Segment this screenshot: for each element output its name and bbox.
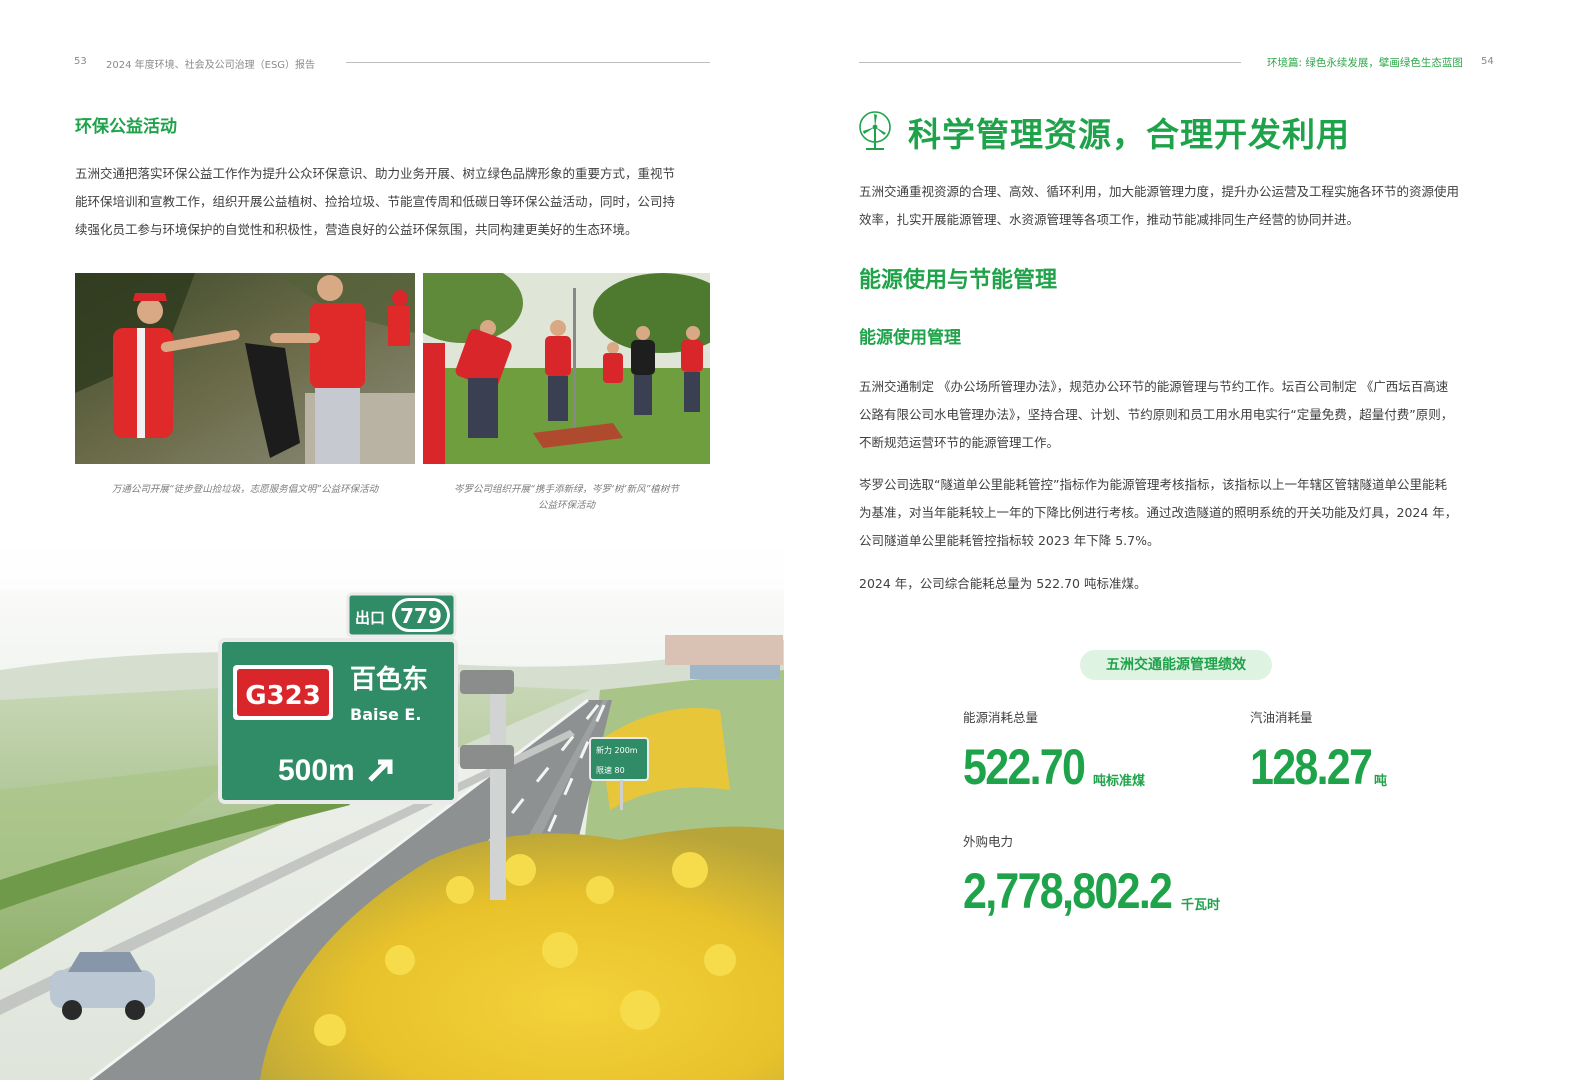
report-title: 2024 年度环境、社会及公司治理（ESG）报告 bbox=[106, 60, 316, 71]
section-title: 环保公益活动 bbox=[75, 117, 177, 137]
energy-total-value: 522.70 bbox=[963, 739, 1086, 795]
header-divider bbox=[346, 62, 710, 63]
energy-paragraph-3: 2024 年，公司综合能耗总量为 522.70 吨标准煤。 bbox=[859, 576, 1147, 591]
gasoline-value: 128.27 bbox=[1250, 739, 1373, 795]
paragraph-line: 续强化员工参与环境保护的自觉性和积极性，营造良好的公益环保氛围，共同构建更美好的… bbox=[75, 222, 638, 237]
paragraph-line: 五洲交通制定 《办公场所管理办法》，规范办公环节的能源管理与节约工作。坛百公司制… bbox=[859, 379, 1449, 394]
right-page: 环境篇: 绿色永续发展，擘画绿色生态蓝图 54 科学管理资源，合理开发利用 五洲… bbox=[796, 0, 1592, 1080]
small-sign-line-2: 限速 80 bbox=[596, 766, 625, 775]
section-paragraph: 五洲交通把落实环保公益工作作为提升公众环保意识、助力业务开展、树立绿色品牌形象的… bbox=[75, 160, 715, 244]
electricity-unit: 千瓦时 bbox=[1181, 898, 1221, 913]
energy-paragraph-1: 五洲交通制定 《办公场所管理办法》，规范办公环节的能源管理与节约工作。坛百公司制… bbox=[859, 373, 1499, 457]
header-divider bbox=[859, 62, 1241, 63]
photo-litter-pickup bbox=[75, 273, 415, 464]
paragraph-line: 能环保培训和宣教工作，组织开展公益植树、捡拾垃圾、节能宣传周和低碳日等环保公益活… bbox=[75, 194, 676, 209]
photo-caption-2: 岑罗公司组织开展“携手添新绿，岑罗‘树’新风”植树节 公益环保活动 bbox=[423, 482, 710, 514]
photo-caption-1: 万通公司开展“徒步登山捡垃圾，志愿服务倡文明”公益环保活动 bbox=[111, 484, 379, 495]
paragraph-line: 五洲交通重视资源的合理、高效、循环利用，加大能源管理力度，提升办公运营及工程实施… bbox=[859, 184, 1460, 199]
paragraph-line: 不断规范运营环节的能源管理工作。 bbox=[859, 435, 1060, 450]
photo-tree-planting bbox=[423, 273, 710, 464]
distance: 500m bbox=[278, 754, 355, 787]
caption-line: 公益环保活动 bbox=[537, 500, 595, 511]
energy-total-label: 能源消耗总量 bbox=[963, 710, 1039, 725]
destination-cn: 百色东 bbox=[350, 664, 428, 695]
paragraph-line: 公路有限公司水电管理办法》，坚持合理、计划、节约原则和员工用水用电实行“定量免费… bbox=[859, 407, 1454, 422]
paragraph-line: 公司隧道单公里能耗管控指标较 2023 年下降 5.7%。 bbox=[859, 533, 1160, 548]
energy-total-unit: 吨标准煤 bbox=[1093, 774, 1146, 789]
highway-photo: 出口 779 G323 百色东 Baise E. 500m 新力 200m 限速… bbox=[0, 530, 784, 1080]
intro-paragraph: 五洲交通重视资源的合理、高效、循环利用，加大能源管理力度，提升办公运营及工程实施… bbox=[859, 178, 1499, 234]
paragraph-line: 岑罗公司选取“隧道单公里能耗管控”指标作为能源管理考核指标，该指标以上一年辖区管… bbox=[859, 477, 1447, 492]
chapter-title: 环境篇: 绿色永续发展，擘画绿色生态蓝图 bbox=[1267, 57, 1463, 69]
left-page: 53 2024 年度环境、社会及公司治理（ESG）报告 环保公益活动 五洲交通把… bbox=[0, 0, 796, 1080]
energy-paragraph-2: 岑罗公司选取“隧道单公里能耗管控”指标作为能源管理考核指标，该指标以上一年辖区管… bbox=[859, 471, 1499, 555]
paragraph-line: 效率，扎实开展能源管理、水资源管理等各项工作，推动节能减排同生产经营的协同并进。 bbox=[859, 212, 1360, 227]
caption-line: 岑罗公司组织开展“携手添新绿，岑罗‘树’新风”植树节 bbox=[454, 484, 679, 495]
exit-number: 779 bbox=[400, 604, 442, 628]
performance-title-badge: 五洲交通能源管理绩效 bbox=[1080, 650, 1272, 680]
paragraph-line: 为基准，对当年能耗较上一年的下降比例进行考核。通过改造隧道的照明系统的开关功能及… bbox=[859, 505, 1458, 520]
subsection-title: 能源使用与节能管理 bbox=[859, 268, 1058, 293]
gasoline-unit: 吨 bbox=[1374, 774, 1388, 789]
page-number: 54 bbox=[1481, 56, 1494, 67]
wind-turbine-icon bbox=[859, 111, 891, 150]
page-number: 53 bbox=[74, 56, 87, 67]
paragraph-line: 五洲交通把落实环保公益工作作为提升公众环保意识、助力业务开展、树立绿色品牌形象的… bbox=[75, 166, 676, 181]
small-sign-line-1: 新力 200m bbox=[596, 745, 638, 755]
main-title: 科学管理资源，合理开发利用 bbox=[908, 115, 1350, 154]
gasoline-label: 汽油消耗量 bbox=[1250, 710, 1313, 725]
destination-en: Baise E. bbox=[350, 705, 421, 724]
subsubsection-title: 能源使用管理 bbox=[859, 328, 961, 348]
route-number: G323 bbox=[245, 681, 321, 711]
electricity-label: 外购电力 bbox=[963, 834, 1014, 849]
exit-label: 出口 bbox=[355, 609, 385, 627]
electricity-value: 2,778,802.2 bbox=[963, 863, 1173, 919]
